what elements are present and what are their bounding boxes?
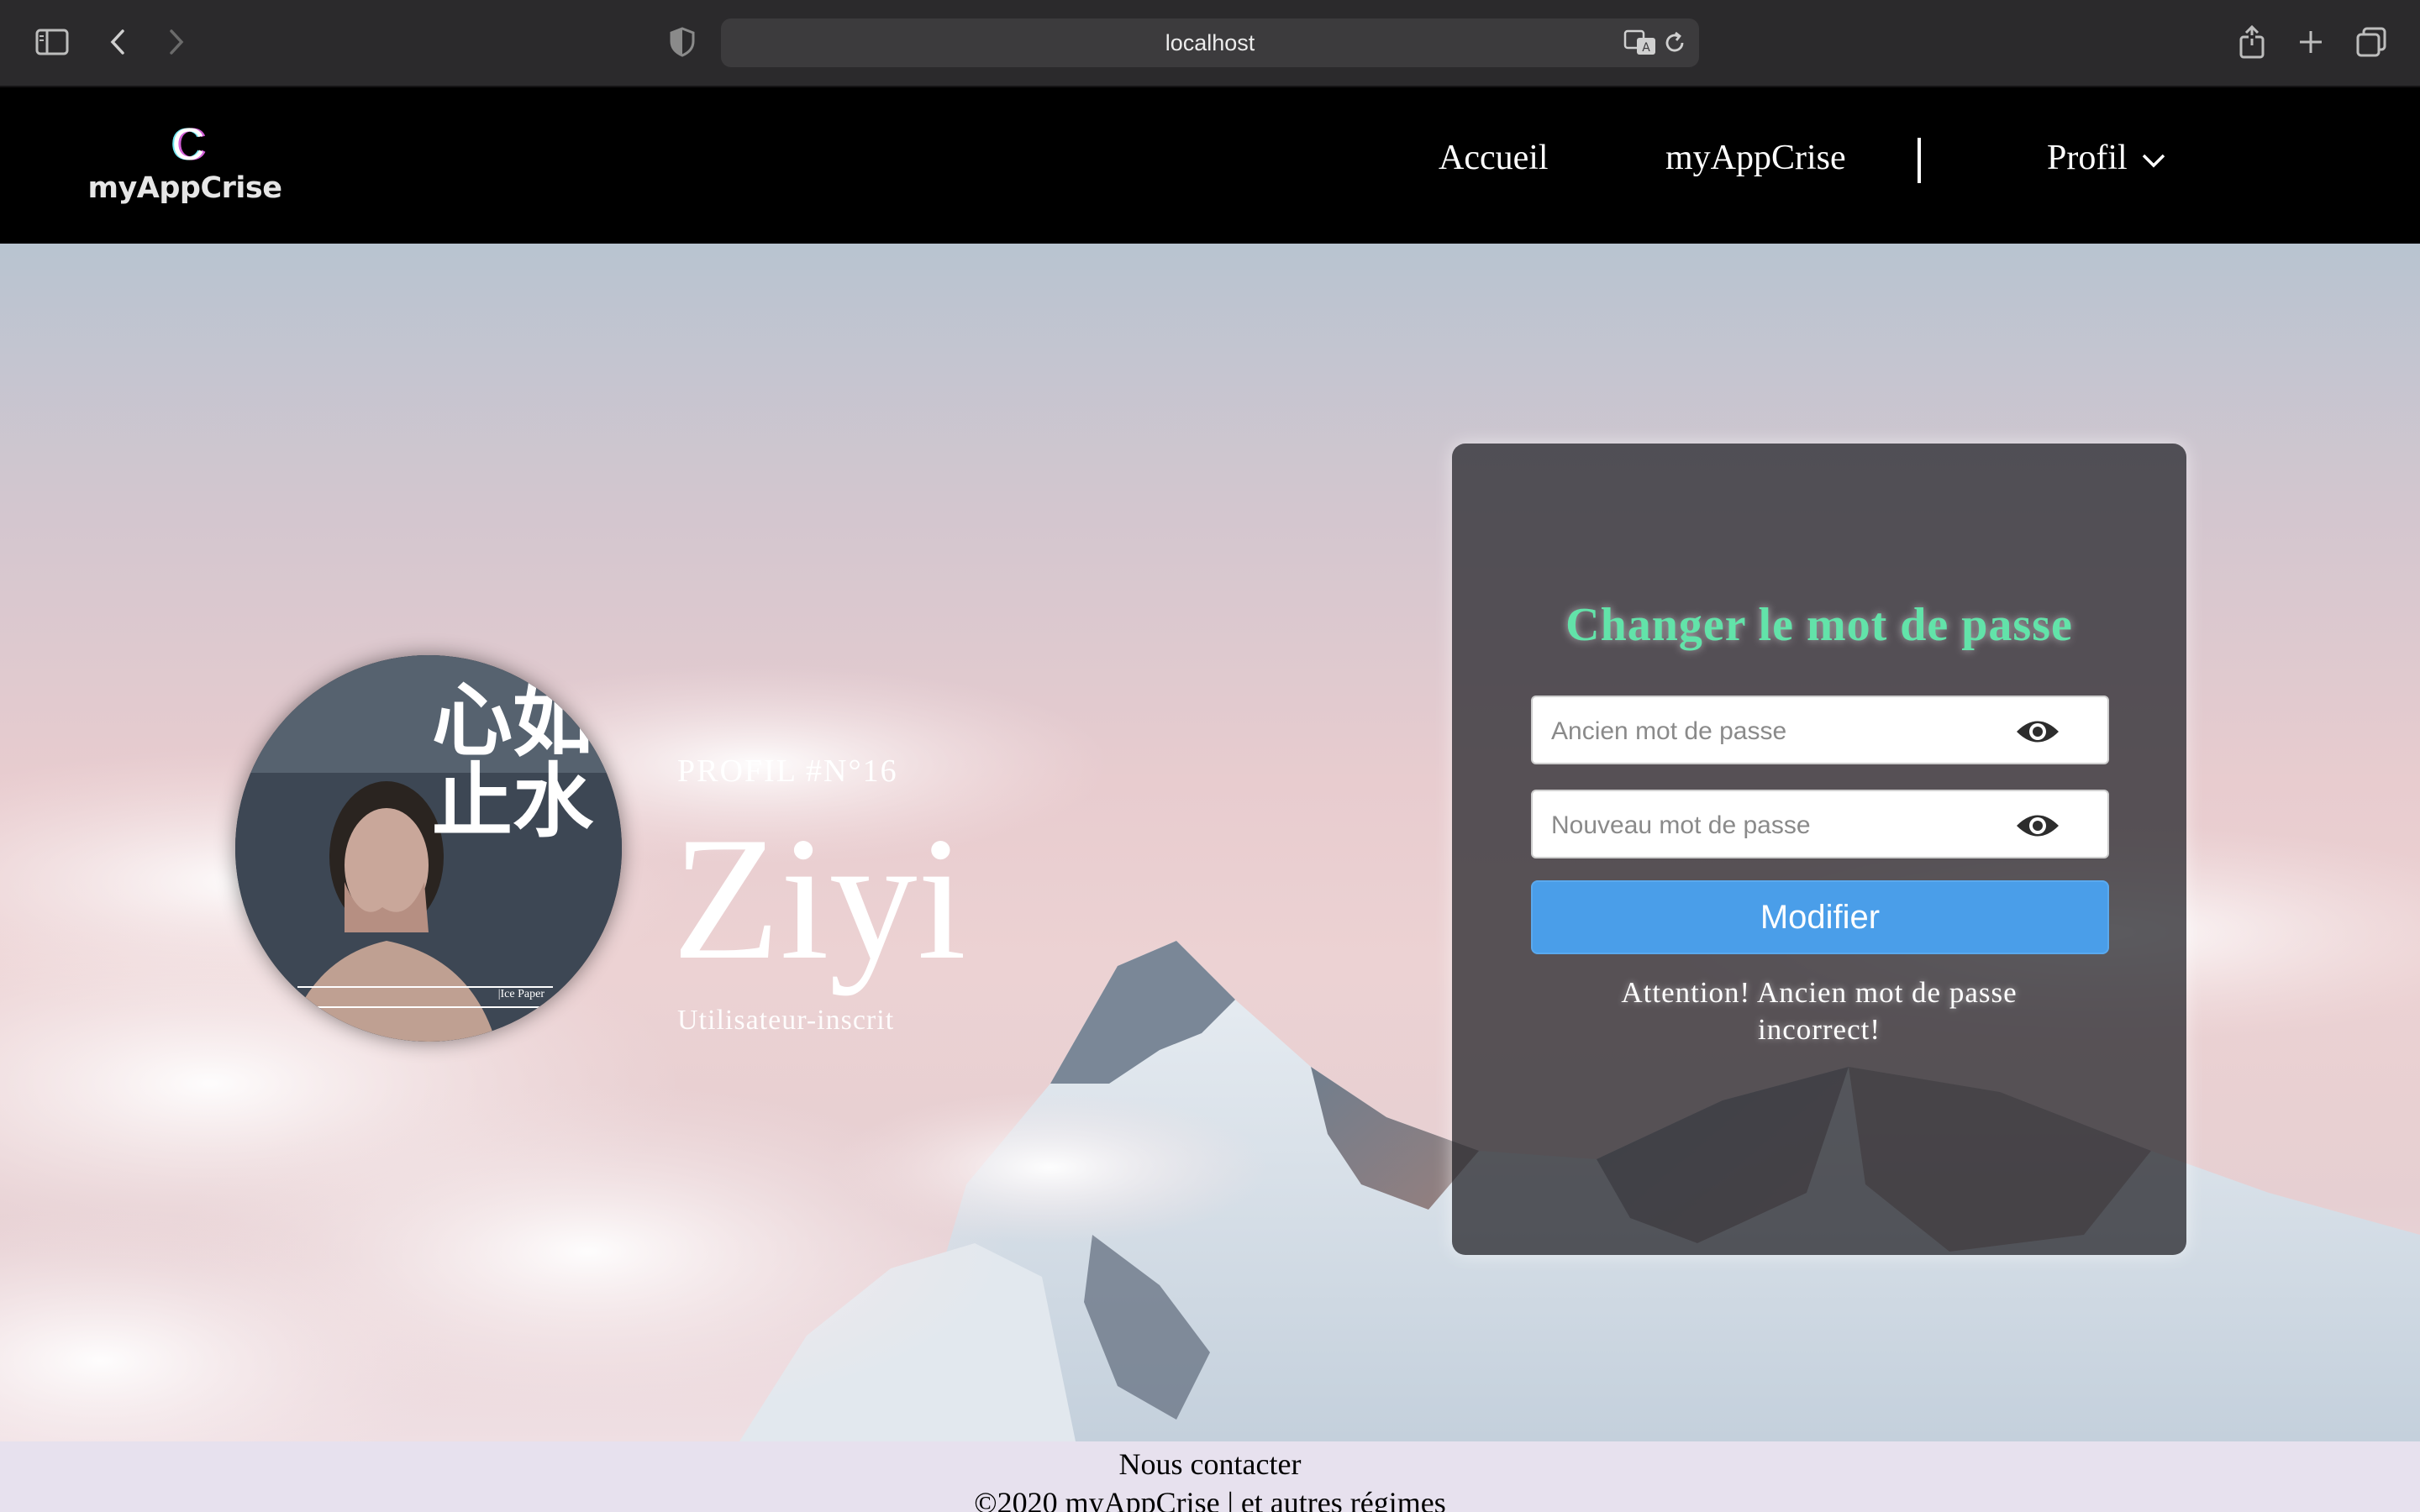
nav-link-accueil[interactable]: Accueil bbox=[1439, 138, 1549, 178]
svg-text:A: A bbox=[1642, 41, 1650, 55]
privacy-shield-icon[interactable] bbox=[664, 24, 701, 60]
show-password-eye-icon[interactable] bbox=[2015, 716, 2060, 748]
new-password-placeholder: Nouveau mot de passe bbox=[1551, 811, 1811, 839]
site-footer: Nous contacter ©2020 myAppCrise | et aut… bbox=[0, 1441, 2420, 1512]
hero-section: 心如止水 |Ice Paper PROFIL #N°16 Ziyi Utilis… bbox=[0, 244, 2420, 1441]
modify-password-button[interactable]: Modifier bbox=[1531, 880, 2109, 954]
site-logo[interactable]: C myAppCrise bbox=[50, 113, 319, 222]
nav-profile-dropdown[interactable]: Profil bbox=[2047, 138, 2166, 178]
footer-contact-link[interactable]: Nous contacter bbox=[0, 1446, 2420, 1482]
reload-icon[interactable] bbox=[1662, 30, 1687, 60]
url-text: localhost bbox=[1165, 30, 1255, 55]
back-icon[interactable] bbox=[99, 24, 136, 60]
new-password-field[interactable]: Nouveau mot de passe bbox=[1531, 790, 2109, 858]
site-navbar: C myAppCrise Accueil myAppCrise Profil bbox=[0, 87, 2420, 244]
nav-divider bbox=[1918, 138, 1921, 183]
address-bar[interactable]: localhost A bbox=[721, 18, 1699, 67]
tab-overview-icon[interactable] bbox=[2353, 24, 2390, 60]
chevron-down-icon bbox=[2142, 155, 2165, 168]
logo-text: myAppCrise bbox=[87, 171, 283, 205]
old-password-placeholder: Ancien mot de passe bbox=[1551, 717, 1787, 745]
password-error-message: Attention! Ancien mot de passe incorrect… bbox=[1621, 976, 2018, 1046]
sidebar-toggle-icon[interactable] bbox=[34, 24, 71, 60]
profile-role: Utilisateur-inscrit bbox=[677, 1005, 895, 1036]
new-tab-icon[interactable] bbox=[2292, 24, 2329, 60]
avatar-calligraphy: 心如止水 bbox=[432, 673, 593, 848]
change-password-title: Changer le mot de passe bbox=[1565, 599, 2073, 651]
profile-name: Ziyi bbox=[672, 801, 966, 996]
footer-copyright: ©2020 myAppCrise | et autres régimes bbox=[974, 1486, 1446, 1512]
forward-icon[interactable] bbox=[158, 24, 195, 60]
nav-profile-label: Profil bbox=[2047, 139, 2128, 177]
profile-avatar: 心如止水 |Ice Paper bbox=[235, 655, 622, 1042]
avatar-caption: |Ice Paper bbox=[297, 986, 553, 1008]
translate-icon[interactable]: A bbox=[1623, 29, 1657, 61]
show-password-eye-icon[interactable] bbox=[2015, 810, 2060, 842]
logo-mark: C bbox=[171, 119, 205, 170]
change-password-card: Changer le mot de passe Ancien mot de pa… bbox=[1452, 444, 2186, 1255]
old-password-field[interactable]: Ancien mot de passe bbox=[1531, 696, 2109, 764]
share-icon[interactable] bbox=[2233, 24, 2270, 60]
browser-toolbar: localhost A bbox=[0, 0, 2420, 87]
profile-number: PROFIL #N°16 bbox=[677, 753, 898, 789]
nav-link-myappcrise[interactable]: myAppCrise bbox=[1665, 138, 1846, 178]
